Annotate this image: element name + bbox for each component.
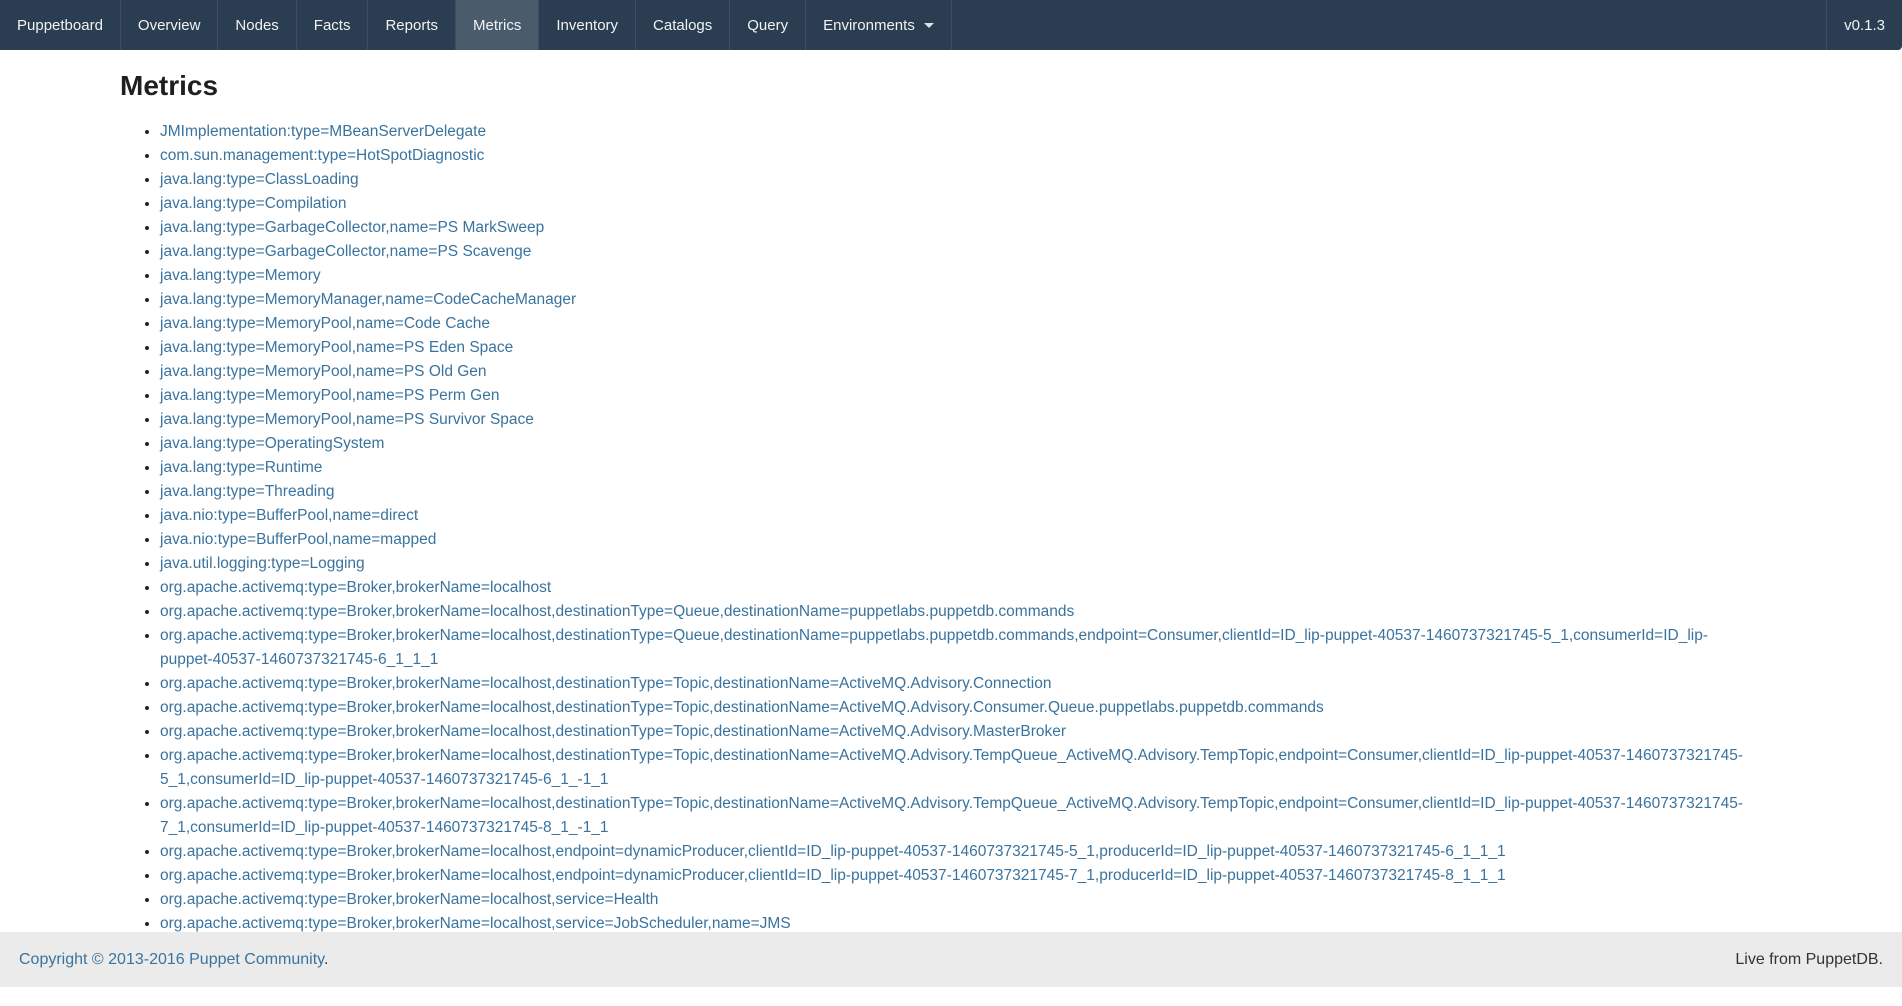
metric-list-item: com.sun.management:type=HotSpotDiagnosti…: [160, 144, 1760, 168]
puppetdb-status: Live from PuppetDB.: [1735, 951, 1883, 969]
metric-list-item: org.apache.activemq:type=Broker,brokerNa…: [160, 720, 1760, 744]
metric-list-item: org.apache.activemq:type=Broker,brokerNa…: [160, 888, 1760, 912]
metric-link[interactable]: java.lang:type=GarbageCollector,name=PS …: [160, 243, 531, 260]
navbar-items: Puppetboard Overview Nodes Facts Reports: [0, 0, 952, 50]
copyright-suffix: .: [324, 951, 328, 968]
nav-item-label: Reports: [385, 17, 438, 34]
metric-link[interactable]: java.lang:type=MemoryPool,name=Code Cach…: [160, 315, 490, 332]
metric-link[interactable]: java.lang:type=MemoryManager,name=CodeCa…: [160, 291, 576, 308]
navbar-right: v0.1.3: [1826, 0, 1902, 50]
metric-link[interactable]: org.apache.activemq:type=Broker,brokerNa…: [160, 747, 1743, 788]
nav-item-label: Overview: [138, 17, 201, 34]
metric-link[interactable]: org.apache.activemq:type=Broker,brokerNa…: [160, 699, 1324, 716]
nav-item-reports[interactable]: Reports: [368, 0, 456, 50]
nav-item-label: Nodes: [235, 17, 278, 34]
nav-item-catalogs[interactable]: Catalogs: [636, 0, 730, 50]
metric-list-item: java.lang:type=Runtime: [160, 456, 1760, 480]
metric-link[interactable]: java.lang:type=Runtime: [160, 459, 322, 476]
metric-list-item: java.lang:type=GarbageCollector,name=PS …: [160, 216, 1760, 240]
version-text: v0.1.3: [1844, 17, 1885, 34]
metric-link[interactable]: org.apache.activemq:type=Broker,brokerNa…: [160, 867, 1506, 884]
footer-copyright: Copyright © 2013-2016 Puppet Community.: [19, 951, 328, 969]
metric-list-item: org.apache.activemq:type=Broker,brokerNa…: [160, 576, 1760, 600]
metric-link[interactable]: JMImplementation:type=MBeanServerDelegat…: [160, 123, 486, 140]
nav-item-metrics[interactable]: Metrics: [456, 0, 539, 50]
metric-list-item: java.lang:type=Memory: [160, 264, 1760, 288]
metric-list-item: java.lang:type=Threading: [160, 480, 1760, 504]
metric-list-item: java.lang:type=MemoryPool,name=PS Eden S…: [160, 336, 1760, 360]
nav-item-environments[interactable]: Environments: [806, 0, 952, 50]
metric-list-item: org.apache.activemq:type=Broker,brokerNa…: [160, 600, 1760, 624]
nav-item-label: Catalogs: [653, 17, 712, 34]
metric-list-item: java.lang:type=MemoryPool,name=PS Perm G…: [160, 384, 1760, 408]
nav-item-query[interactable]: Query: [730, 0, 806, 50]
top-navbar: Puppetboard Overview Nodes Facts Reports: [0, 0, 1902, 50]
metric-link[interactable]: org.apache.activemq:type=Broker,brokerNa…: [160, 915, 791, 932]
metric-link[interactable]: org.apache.activemq:type=Broker,brokerNa…: [160, 627, 1708, 668]
metric-link[interactable]: org.apache.activemq:type=Broker,brokerNa…: [160, 795, 1743, 836]
metric-list-item: org.apache.activemq:type=Broker,brokerNa…: [160, 864, 1760, 888]
nav-item-nodes[interactable]: Nodes: [218, 0, 296, 50]
version-label: v0.1.3: [1826, 0, 1902, 50]
footer: Copyright © 2013-2016 Puppet Community. …: [0, 932, 1902, 987]
metric-list-item: JMImplementation:type=MBeanServerDelegat…: [160, 120, 1760, 144]
chevron-down-icon: [924, 23, 934, 28]
metric-list-item: org.apache.activemq:type=Broker,brokerNa…: [160, 624, 1760, 672]
metric-list-item: java.nio:type=BufferPool,name=mapped: [160, 528, 1760, 552]
metric-link[interactable]: java.util.logging:type=Logging: [160, 555, 365, 572]
metric-link[interactable]: org.apache.activemq:type=Broker,brokerNa…: [160, 675, 1051, 692]
page-title: Metrics: [120, 68, 1760, 104]
metric-link[interactable]: org.apache.activemq:type=Broker,brokerNa…: [160, 579, 551, 596]
metrics-list: JMImplementation:type=MBeanServerDelegat…: [120, 120, 1760, 936]
nav-item-inventory[interactable]: Inventory: [539, 0, 636, 50]
metric-link[interactable]: java.lang:type=MemoryPool,name=PS Perm G…: [160, 387, 499, 404]
metric-list-item: java.lang:type=GarbageCollector,name=PS …: [160, 240, 1760, 264]
metric-link[interactable]: java.lang:type=MemoryPool,name=PS Eden S…: [160, 339, 513, 356]
metric-link[interactable]: java.lang:type=ClassLoading: [160, 171, 359, 188]
nav-item-label: Inventory: [556, 17, 618, 34]
metric-list-item: org.apache.activemq:type=Broker,brokerNa…: [160, 696, 1760, 720]
metric-link[interactable]: org.apache.activemq:type=Broker,brokerNa…: [160, 843, 1506, 860]
metric-link[interactable]: java.lang:type=OperatingSystem: [160, 435, 384, 452]
metric-link[interactable]: org.apache.activemq:type=Broker,brokerNa…: [160, 723, 1066, 740]
nav-item-label: Facts: [314, 17, 351, 34]
metric-link[interactable]: org.apache.activemq:type=Broker,brokerNa…: [160, 891, 658, 908]
metric-link[interactable]: java.lang:type=Memory: [160, 267, 321, 284]
nav-item-label: Query: [747, 17, 788, 34]
metric-list-item: java.util.logging:type=Logging: [160, 552, 1760, 576]
metric-link[interactable]: java.lang:type=Threading: [160, 483, 335, 500]
metric-list-item: java.lang:type=MemoryPool,name=PS Old Ge…: [160, 360, 1760, 384]
metric-link[interactable]: java.nio:type=BufferPool,name=direct: [160, 507, 418, 524]
metric-link[interactable]: java.lang:type=GarbageCollector,name=PS …: [160, 219, 544, 236]
metric-link[interactable]: java.lang:type=MemoryPool,name=PS Old Ge…: [160, 363, 487, 380]
metric-list-item: java.lang:type=ClassLoading: [160, 168, 1760, 192]
nav-item-label: Metrics: [473, 17, 521, 34]
metric-list-item: java.lang:type=MemoryPool,name=Code Cach…: [160, 312, 1760, 336]
metric-list-item: java.lang:type=Compilation: [160, 192, 1760, 216]
metric-list-item: org.apache.activemq:type=Broker,brokerNa…: [160, 840, 1760, 864]
nav-item-label: Environments: [823, 17, 915, 34]
metric-list-item: java.nio:type=BufferPool,name=direct: [160, 504, 1760, 528]
nav-item-puppetboard[interactable]: Puppetboard: [0, 0, 121, 50]
metric-list-item: org.apache.activemq:type=Broker,brokerNa…: [160, 792, 1760, 840]
metric-list-item: org.apache.activemq:type=Broker,brokerNa…: [160, 744, 1760, 792]
main-content: Metrics JMImplementation:type=MBeanServe…: [0, 68, 1902, 1006]
metric-list-item: java.lang:type=OperatingSystem: [160, 432, 1760, 456]
metric-list-item: java.lang:type=MemoryManager,name=CodeCa…: [160, 288, 1760, 312]
metric-link[interactable]: java.nio:type=BufferPool,name=mapped: [160, 531, 436, 548]
metric-list-item: java.lang:type=MemoryPool,name=PS Surviv…: [160, 408, 1760, 432]
nav-item-overview[interactable]: Overview: [121, 0, 219, 50]
nav-item-label: Puppetboard: [17, 17, 103, 34]
metric-list-item: org.apache.activemq:type=Broker,brokerNa…: [160, 672, 1760, 696]
metric-link[interactable]: java.lang:type=MemoryPool,name=PS Surviv…: [160, 411, 534, 428]
metric-link[interactable]: java.lang:type=Compilation: [160, 195, 347, 212]
copyright-link[interactable]: Copyright © 2013-2016 Puppet Community: [19, 951, 324, 968]
nav-item-facts[interactable]: Facts: [297, 0, 369, 50]
metric-link[interactable]: com.sun.management:type=HotSpotDiagnosti…: [160, 147, 484, 164]
metric-link[interactable]: org.apache.activemq:type=Broker,brokerNa…: [160, 603, 1074, 620]
